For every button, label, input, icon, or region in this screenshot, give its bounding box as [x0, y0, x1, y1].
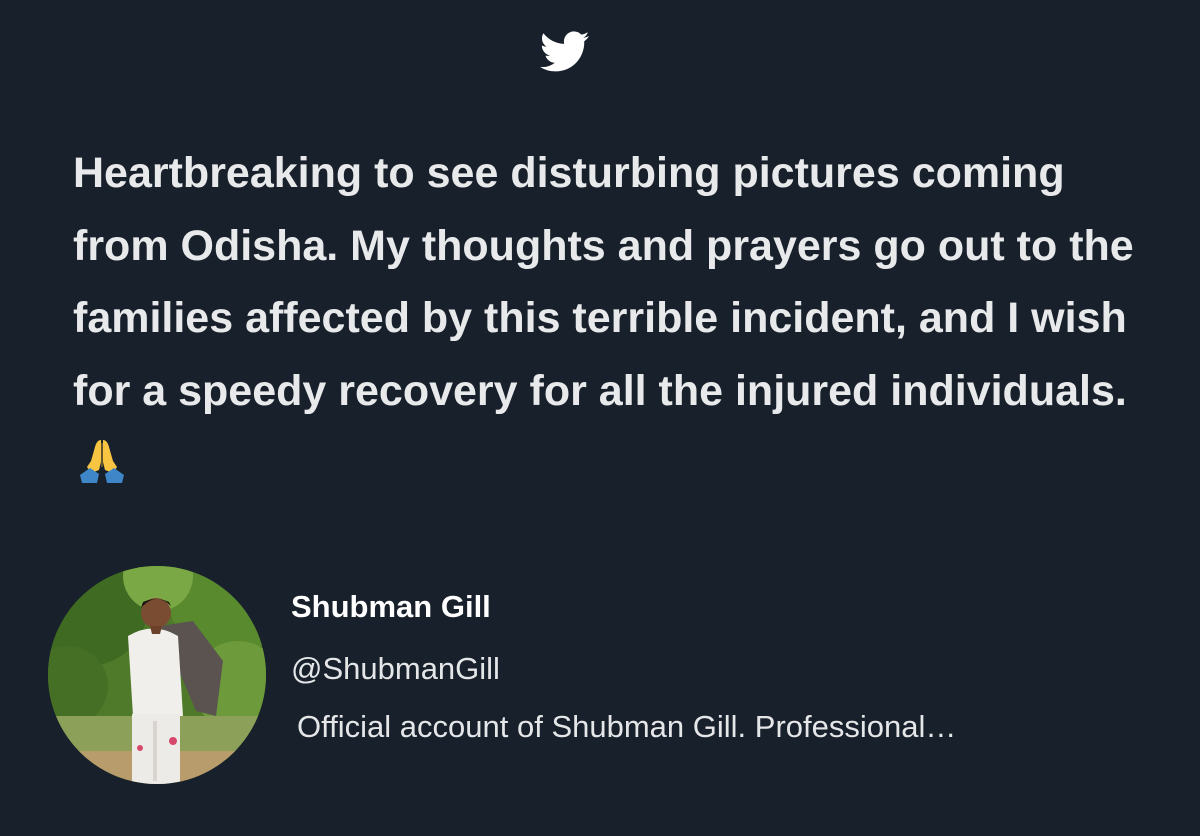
twitter-bird-icon[interactable]	[540, 31, 590, 73]
author-name[interactable]: Shubman Gill	[291, 589, 491, 625]
author-bio: Official account of Shubman Gill. Profes…	[297, 709, 957, 744]
folded-hands-icon	[80, 440, 124, 483]
profile-photo	[48, 566, 266, 784]
tweet-card: Heartbreaking to see disturbing pictures…	[0, 0, 1200, 836]
tweet-text: Heartbreaking to see disturbing pictures…	[73, 137, 1153, 500]
avatar[interactable]	[48, 566, 266, 784]
author-handle[interactable]: @ShubmanGill	[291, 651, 500, 687]
tweet-body: Heartbreaking to see disturbing pictures…	[73, 149, 1134, 415]
